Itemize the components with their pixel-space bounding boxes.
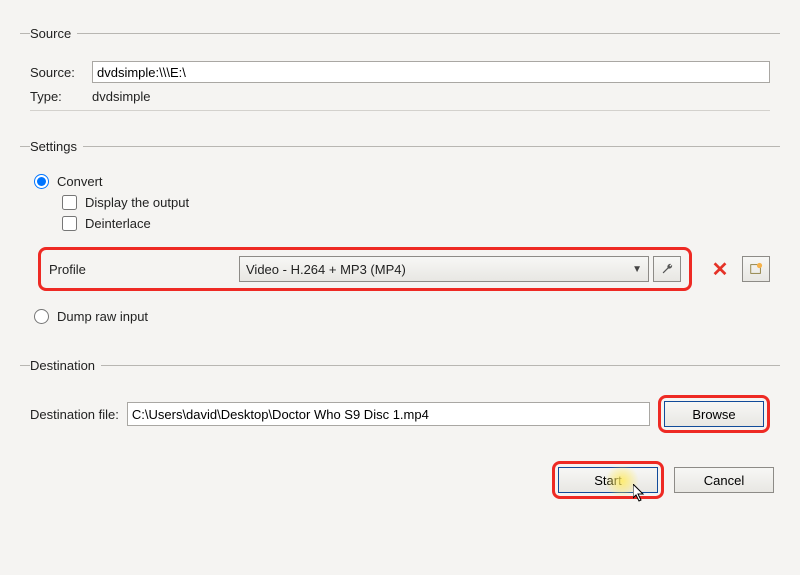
display-output-checkbox[interactable]	[62, 195, 77, 210]
start-highlight: Start	[552, 461, 664, 499]
convert-dialog: Source Source: Type: dvdsimple Settings …	[0, 0, 800, 509]
close-icon: ✕	[712, 257, 729, 282]
display-output-label: Display the output	[85, 195, 189, 210]
wrench-icon	[660, 262, 674, 276]
source-row: Source:	[30, 61, 770, 83]
profile-highlight: Profile Video - H.264 + MP3 (MP4) ▼	[38, 247, 692, 291]
source-label: Source:	[30, 65, 92, 80]
type-value: dvdsimple	[92, 89, 151, 104]
settings-legend: Settings	[30, 139, 83, 154]
destination-input[interactable]	[127, 402, 650, 426]
source-group: Source Source: Type: dvdsimple	[20, 26, 780, 121]
type-row: Type: dvdsimple	[30, 89, 770, 104]
dump-raw-radio[interactable]	[34, 309, 49, 324]
profile-combobox[interactable]: Video - H.264 + MP3 (MP4) ▼	[239, 256, 649, 282]
display-output-row: Display the output	[62, 195, 770, 210]
destination-row: Destination file: Browse	[30, 395, 770, 433]
deinterlace-label: Deinterlace	[85, 216, 151, 231]
cancel-button[interactable]: Cancel	[674, 467, 774, 493]
convert-options: Display the output Deinterlace	[58, 195, 770, 231]
browse-button[interactable]: Browse	[664, 401, 764, 427]
convert-radio[interactable]	[34, 174, 49, 189]
dialog-button-bar: Start Cancel	[20, 461, 780, 499]
dump-raw-label: Dump raw input	[57, 309, 148, 324]
profile-row: Profile Video - H.264 + MP3 (MP4) ▼ ✕	[38, 247, 770, 291]
browse-highlight: Browse	[658, 395, 770, 433]
dump-raw-row: Dump raw input	[34, 309, 770, 324]
deinterlace-checkbox[interactable]	[62, 216, 77, 231]
new-profile-icon	[749, 262, 763, 276]
start-button[interactable]: Start	[558, 467, 658, 493]
chevron-down-icon: ▼	[632, 264, 642, 275]
profile-new-button[interactable]	[742, 256, 770, 282]
divider	[30, 110, 770, 111]
source-input[interactable]	[92, 61, 770, 83]
profile-label: Profile	[49, 262, 239, 277]
destination-legend: Destination	[30, 358, 101, 373]
profile-delete-button[interactable]: ✕	[706, 256, 734, 282]
destination-group: Destination Destination file: Browse	[20, 358, 780, 443]
convert-radio-label: Convert	[57, 174, 103, 189]
profile-selected-text: Video - H.264 + MP3 (MP4)	[246, 262, 406, 277]
source-legend: Source	[30, 26, 77, 41]
deinterlace-row: Deinterlace	[62, 216, 770, 231]
type-label: Type:	[30, 89, 92, 104]
settings-group: Settings Convert Display the output Dein…	[20, 139, 780, 340]
profile-edit-button[interactable]	[653, 256, 681, 282]
convert-radio-row: Convert	[34, 174, 770, 189]
destination-label: Destination file:	[30, 407, 119, 422]
